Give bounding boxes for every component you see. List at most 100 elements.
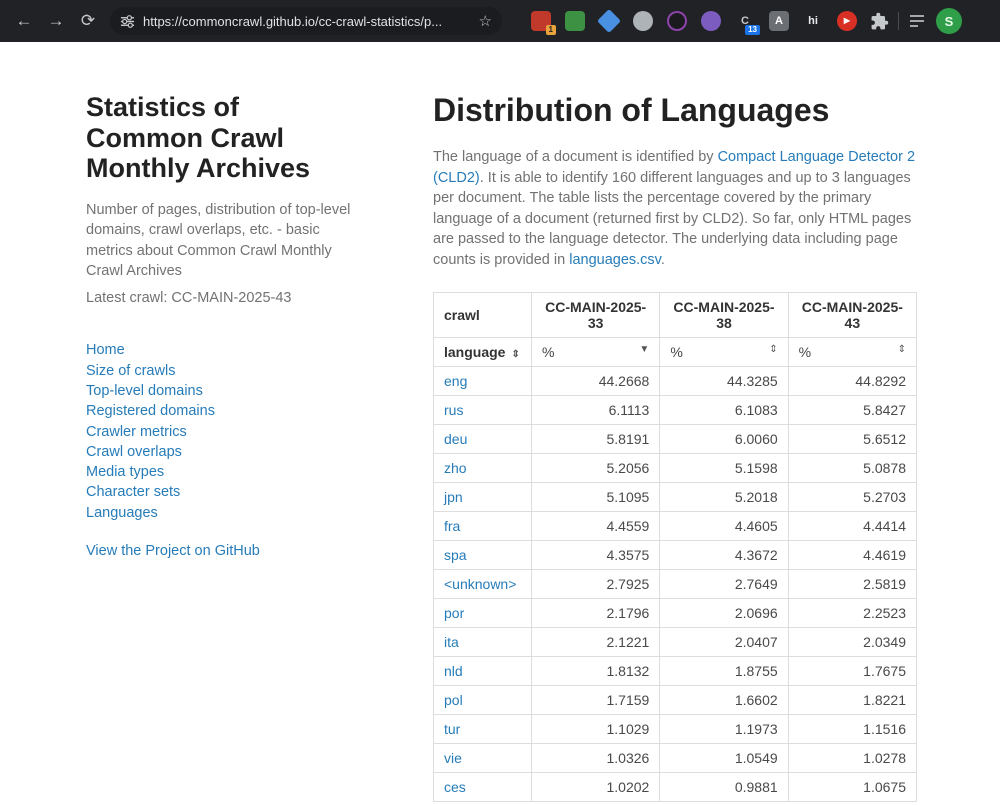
sort-arrows-icon[interactable]: ⇕ xyxy=(769,344,777,355)
language-cell: deu xyxy=(433,424,532,455)
language-link[interactable]: deu xyxy=(444,431,467,447)
extension-icon-10[interactable]: ▶ xyxy=(837,11,857,31)
extensions-menu-icon[interactable] xyxy=(870,12,889,31)
table-row: <unknown> 2.7925 2.7649 2.5819 xyxy=(433,569,918,600)
latest-crawl-text: Latest crawl: CC-MAIN-2025-43 xyxy=(86,289,292,306)
table-row: eng 44.2668 44.3285 44.8292 xyxy=(433,366,918,397)
percent-sort-header[interactable]: ⇕% xyxy=(787,337,918,368)
percent-value-cell: 5.1095 xyxy=(530,482,661,513)
sidebar-link-crawler-metrics[interactable]: Crawler metrics xyxy=(86,422,352,442)
sidebar-link-top-level-domains[interactable]: Top-level domains xyxy=(86,381,352,401)
sort-arrows-icon[interactable]: ▼ xyxy=(639,344,649,355)
sort-label: % xyxy=(670,344,683,361)
github-project-link[interactable]: View the Project on GitHub xyxy=(86,543,260,559)
sort-arrows-icon[interactable]: ⇕ xyxy=(898,344,906,355)
percent-value-cell: 6.1083 xyxy=(659,395,789,426)
sidebar-link-character-sets[interactable]: Character sets xyxy=(86,482,352,502)
url-text: https://commoncrawl.github.io/cc-crawl-s… xyxy=(143,13,443,29)
site-settings-icon[interactable] xyxy=(120,14,135,29)
table-row: vie 1.0326 1.0549 1.0278 xyxy=(433,743,918,774)
extension-icon-5[interactable] xyxy=(667,11,687,31)
language-cell: jpn xyxy=(433,482,532,513)
table-row: tur 1.1029 1.1973 1.1516 xyxy=(433,714,918,745)
percent-value-cell: 4.4414 xyxy=(787,511,918,542)
extension-icon-8[interactable]: A xyxy=(769,11,789,31)
back-icon[interactable]: ← xyxy=(8,6,40,36)
language-link[interactable]: spa xyxy=(444,547,467,563)
table-sort-row: language ⇕ ▼% ⇕% ⇕% xyxy=(433,337,918,368)
percent-value-cell: 0.9881 xyxy=(659,772,789,803)
table-body: eng 44.2668 44.3285 44.8292 rus 6.1113 6.1083 5… xyxy=(433,366,918,803)
percent-value-cell: 2.7925 xyxy=(530,569,661,600)
page-title: Distribution of Languages xyxy=(433,92,830,128)
languages-table: crawl CC-MAIN-2025-33 CC-MAIN-2025-38 CC-M… xyxy=(433,292,918,803)
language-link[interactable]: ces xyxy=(444,779,466,795)
language-link[interactable]: por xyxy=(444,605,464,621)
extensions-row: 1 C 13 Ahi ▶ xyxy=(524,8,864,35)
site-title: Statistics of Common Crawl Monthly Archi… xyxy=(86,92,311,183)
percent-value-cell: 1.6602 xyxy=(659,685,789,716)
percent-value-cell: 5.8191 xyxy=(530,424,661,455)
language-link[interactable]: zho xyxy=(444,460,467,476)
browser-window: ← → ⟳ https://commoncrawl.github.io/cc-c… xyxy=(0,0,1000,805)
forward-icon[interactable]: → xyxy=(40,6,72,36)
language-link[interactable]: <unknown> xyxy=(444,576,516,592)
language-link[interactable]: jpn xyxy=(444,489,463,505)
percent-value-cell: 2.5819 xyxy=(787,569,918,600)
percent-value-cell: 1.0549 xyxy=(659,743,789,774)
extension-icon-6[interactable] xyxy=(701,11,721,31)
language-cell: tur xyxy=(433,714,532,745)
extension-icon-3[interactable] xyxy=(596,8,622,34)
percent-value-cell: 2.1221 xyxy=(530,627,661,658)
sidebar-link-media-types[interactable]: Media types xyxy=(86,462,352,482)
language-cell: rus xyxy=(433,395,532,426)
language-cell: vie xyxy=(433,743,532,774)
extension-icon-2[interactable] xyxy=(565,11,585,31)
sidebar-link-crawl-overlaps[interactable]: Crawl overlaps xyxy=(86,442,352,462)
crawl-column-header: CC-MAIN-2025-43 xyxy=(787,292,918,339)
language-sort-header[interactable]: language ⇕ xyxy=(433,337,532,368)
percent-value-cell: 1.0326 xyxy=(530,743,661,774)
language-link[interactable]: nld xyxy=(444,663,463,679)
language-link[interactable]: vie xyxy=(444,750,462,766)
main-content: Distribution of Languages The language o… xyxy=(433,92,918,805)
reload-icon[interactable]: ⟳ xyxy=(72,6,104,36)
bookmark-star-icon[interactable]: ☆ xyxy=(479,12,492,30)
percent-value-cell: 5.2703 xyxy=(787,482,918,513)
sidebar-link-registered-domains[interactable]: Registered domains xyxy=(86,401,352,421)
percent-value-cell: 5.1598 xyxy=(659,453,789,484)
sort-label: % xyxy=(542,344,555,361)
sidebar-link-size-of-crawls[interactable]: Size of crawls xyxy=(86,361,352,381)
percent-value-cell: 4.3672 xyxy=(659,540,789,571)
intro-inline-link[interactable]: languages.csv xyxy=(569,252,661,268)
reading-list-icon[interactable] xyxy=(908,12,926,30)
table-row: pol 1.7159 1.6602 1.8221 xyxy=(433,685,918,716)
percent-value-cell: 4.4605 xyxy=(659,511,789,542)
percent-value-cell: 1.8755 xyxy=(659,656,789,687)
address-bar[interactable]: https://commoncrawl.github.io/cc-crawl-s… xyxy=(110,7,502,35)
language-link[interactable]: tur xyxy=(444,721,460,737)
percent-sort-header[interactable]: ▼% xyxy=(530,337,661,368)
percent-value-cell: 1.8221 xyxy=(787,685,918,716)
language-link[interactable]: rus xyxy=(444,402,463,418)
extension-icon-4[interactable] xyxy=(633,11,653,31)
language-link[interactable]: ita xyxy=(444,634,459,650)
language-link[interactable]: pol xyxy=(444,692,463,708)
extension-icon-1[interactable]: 1 xyxy=(531,11,556,35)
percent-sort-header[interactable]: ⇕% xyxy=(659,337,789,368)
profile-avatar[interactable]: S xyxy=(936,8,962,34)
sidebar-link-languages[interactable]: Languages xyxy=(86,503,352,523)
intro-paragraph: The language of a document is identified… xyxy=(433,147,917,270)
language-link[interactable]: eng xyxy=(444,373,467,389)
language-cell: fra xyxy=(433,511,532,542)
language-link[interactable]: fra xyxy=(444,518,460,534)
percent-value-cell: 2.0696 xyxy=(659,598,789,629)
sort-arrows-icon[interactable]: ⇕ xyxy=(511,349,519,360)
percent-value-cell: 4.4619 xyxy=(787,540,918,571)
extension-icon-7[interactable]: C 13 xyxy=(735,11,760,35)
percent-value-cell: 1.7675 xyxy=(787,656,918,687)
sidebar-link-home[interactable]: Home xyxy=(86,340,352,360)
percent-value-cell: 1.7159 xyxy=(530,685,661,716)
extension-icon-9[interactable]: hi xyxy=(803,11,823,31)
sidebar-nav: Home Size of crawls Top-level domains Regis… xyxy=(86,340,352,523)
